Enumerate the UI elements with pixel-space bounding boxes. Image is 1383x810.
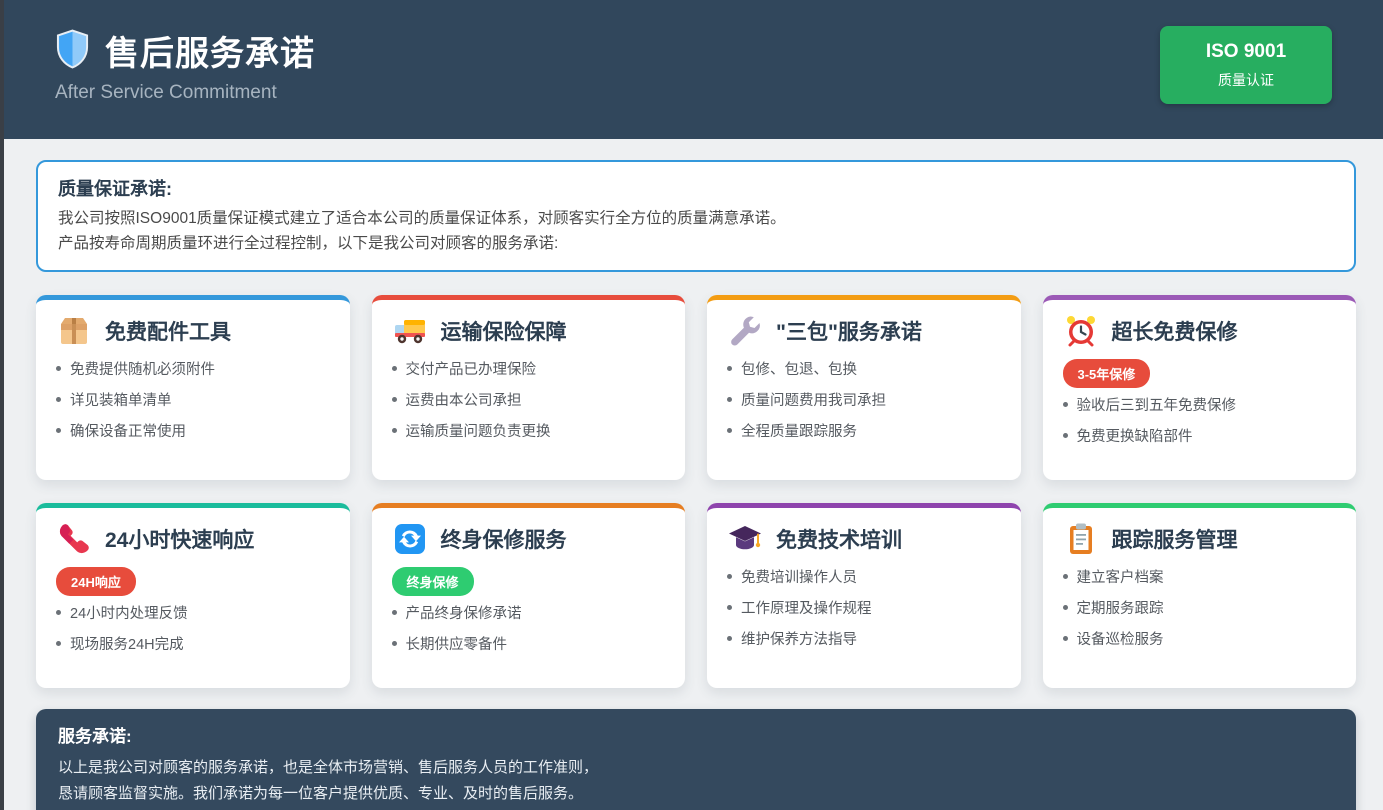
service-card: 跟踪服务管理 建立客户档案定期服务跟踪设备巡检服务 — [1043, 503, 1357, 688]
truck-icon — [392, 313, 428, 349]
card-item: 免费培训操作人员 — [727, 566, 1001, 587]
card-item: 详见装箱单清单 — [56, 389, 330, 410]
card-item: 免费更换缺陷部件 — [1063, 425, 1337, 446]
refresh-icon — [392, 521, 428, 557]
card-item: 质量问题费用我司承担 — [727, 389, 1001, 410]
card-items: 验收后三到五年免费保修免费更换缺陷部件 — [1063, 394, 1337, 446]
card-item: 交付产品已办理保险 — [392, 358, 666, 379]
graduation-cap-icon — [727, 521, 763, 557]
service-card: 运输保险保障 交付产品已办理保险运费由本公司承担运输质量问题负责更换 — [372, 295, 686, 480]
card-title: 终身保修服务 — [441, 524, 567, 554]
window-edge — [0, 0, 4, 810]
quality-commitment-title: 质量保证承诺: — [58, 175, 1334, 201]
card-item: 维护保养方法指导 — [727, 628, 1001, 649]
header-left: 售后服务承诺 After Service Commitment — [55, 26, 315, 104]
card-title: 免费技术培训 — [776, 524, 902, 554]
service-commitment-footer: 服务承诺: 以上是我公司对顾客的服务承诺，也是全体市场营销、售后服务人员的工作准… — [36, 709, 1356, 810]
card-item: 运费由本公司承担 — [392, 389, 666, 410]
card-items: 免费培训操作人员工作原理及操作规程维护保养方法指导 — [727, 566, 1001, 649]
card-items: 包修、包退、包换质量问题费用我司承担全程质量跟踪服务 — [727, 358, 1001, 441]
card-title: 24小时快速响应 — [105, 524, 254, 554]
card-item: 设备巡检服务 — [1063, 628, 1337, 649]
quality-commitment-line2: 产品按寿命周期质量环进行全过程控制，以下是我公司对顾客的服务承诺: — [58, 231, 1334, 256]
package-icon — [56, 313, 92, 349]
clipboard-icon — [1063, 521, 1099, 557]
card-items: 免费提供随机必须附件详见装箱单清单确保设备正常使用 — [56, 358, 330, 441]
wrench-icon — [727, 313, 763, 349]
footer-title: 服务承诺: — [58, 722, 1334, 747]
iso-badge-line1: ISO 9001 — [1170, 41, 1322, 63]
card-item: 免费提供随机必须附件 — [56, 358, 330, 379]
page-title: 售后服务承诺 — [105, 26, 315, 75]
main-content: 质量保证承诺: 我公司按照ISO9001质量保证模式建立了适合本公司的质量保证体… — [0, 160, 1383, 810]
alarm-clock-icon — [1063, 313, 1099, 349]
card-item: 验收后三到五年免费保修 — [1063, 394, 1337, 415]
cards-grid: 免费配件工具 免费提供随机必须附件详见装箱单清单确保设备正常使用 运输保险保障 … — [36, 295, 1356, 688]
footer-line2: 恳请顾客监督实施。我们承诺为每一位客户提供优质、专业、及时的售后服务。 — [58, 781, 1334, 807]
card-item: 包修、包退、包换 — [727, 358, 1001, 379]
card-title: 超长免费保修 — [1112, 316, 1238, 346]
page-subtitle: After Service Commitment — [55, 82, 315, 104]
card-items: 24小时内处理反馈现场服务24H完成 — [56, 602, 330, 654]
service-card: 免费技术培训 免费培训操作人员工作原理及操作规程维护保养方法指导 — [707, 503, 1021, 688]
phone-icon — [56, 521, 92, 557]
footer-line1: 以上是我公司对顾客的服务承诺，也是全体市场营销、售后服务人员的工作准则， — [58, 755, 1334, 781]
service-card: "三包"服务承诺 包修、包退、包换质量问题费用我司承担全程质量跟踪服务 — [707, 295, 1021, 480]
iso-badge-line2: 质量认证 — [1170, 70, 1322, 90]
service-card: 24小时快速响应 24H响应 24小时内处理反馈现场服务24H完成 — [36, 503, 350, 688]
card-item: 产品终身保修承诺 — [392, 602, 666, 623]
service-card: 终身保修服务 终身保修 产品终身保修承诺长期供应零备件 — [372, 503, 686, 688]
quality-commitment-line1: 我公司按照ISO9001质量保证模式建立了适合本公司的质量保证体系，对顾客实行全… — [58, 206, 1334, 231]
card-badge: 终身保修 — [392, 567, 474, 596]
card-item: 全程质量跟踪服务 — [727, 420, 1001, 441]
card-title: 跟踪服务管理 — [1112, 524, 1238, 554]
card-title: 运输保险保障 — [441, 316, 567, 346]
card-title: "三包"服务承诺 — [776, 316, 922, 346]
card-items: 产品终身保修承诺长期供应零备件 — [392, 602, 666, 654]
card-badge: 24H响应 — [56, 567, 136, 596]
card-item: 定期服务跟踪 — [1063, 597, 1337, 618]
card-title: 免费配件工具 — [105, 316, 231, 346]
service-card: 超长免费保修 3-5年保修 验收后三到五年免费保修免费更换缺陷部件 — [1043, 295, 1357, 480]
iso-badge: ISO 9001 质量认证 — [1160, 26, 1332, 104]
card-item: 长期供应零备件 — [392, 633, 666, 654]
card-badge: 3-5年保修 — [1063, 359, 1151, 388]
card-item: 24小时内处理反馈 — [56, 602, 330, 623]
card-items: 交付产品已办理保险运费由本公司承担运输质量问题负责更换 — [392, 358, 666, 441]
quality-commitment-box: 质量保证承诺: 我公司按照ISO9001质量保证模式建立了适合本公司的质量保证体… — [36, 160, 1356, 272]
card-item: 现场服务24H完成 — [56, 633, 330, 654]
card-item: 建立客户档案 — [1063, 566, 1337, 587]
card-items: 建立客户档案定期服务跟踪设备巡检服务 — [1063, 566, 1337, 649]
card-item: 工作原理及操作规程 — [727, 597, 1001, 618]
page-header: 售后服务承诺 After Service Commitment ISO 9001… — [0, 0, 1383, 139]
card-item: 运输质量问题负责更换 — [392, 420, 666, 441]
service-card: 免费配件工具 免费提供随机必须附件详见装箱单清单确保设备正常使用 — [36, 295, 350, 480]
card-item: 确保设备正常使用 — [56, 420, 330, 441]
shield-icon — [55, 29, 90, 71]
